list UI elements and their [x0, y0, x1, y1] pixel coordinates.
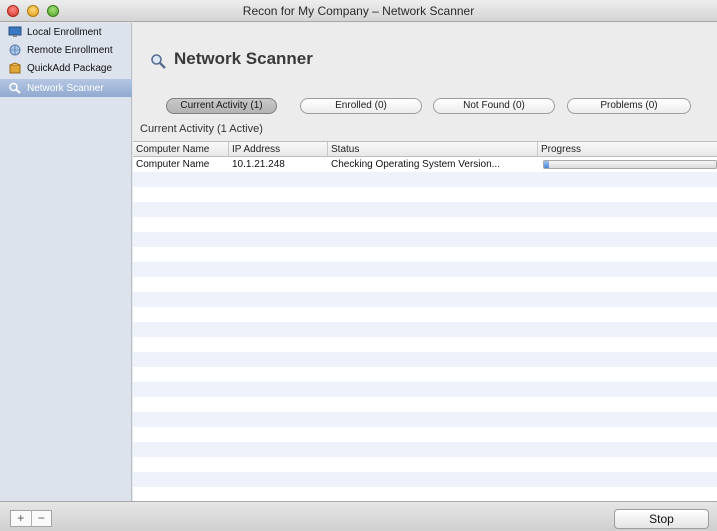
cell-status: Checking Operating System Version... — [331, 159, 500, 170]
search-icon — [8, 82, 22, 94]
tab-problems[interactable]: Problems (0) — [567, 98, 691, 114]
sidebar-item-label: Remote Enrollment — [27, 44, 113, 56]
column-header-status[interactable]: Status — [328, 142, 538, 157]
activity-table: Computer Name IP Address Status Progress… — [133, 141, 717, 501]
sidebar-item-label: QuickAdd Package — [27, 62, 113, 74]
sidebar: Local Enrollment Remote Enrollment Quick… — [0, 23, 132, 501]
tab-enrolled[interactable]: Enrolled (0) — [300, 98, 422, 114]
sidebar-item-label: Local Enrollment — [27, 26, 102, 38]
bottom-toolbar: + − Stop — [0, 501, 717, 531]
sidebar-item-remote-enrollment[interactable]: Remote Enrollment — [0, 41, 132, 59]
add-button[interactable]: + — [11, 511, 31, 526]
title-bar[interactable]: Recon for My Company – Network Scanner — [0, 0, 717, 22]
package-icon — [8, 62, 22, 74]
column-header-computer-name[interactable]: Computer Name — [133, 142, 229, 157]
filter-tabs: Current Activity (1) Enrolled (0) Not Fo… — [133, 98, 717, 116]
remove-button[interactable]: − — [30, 511, 52, 526]
page-title: Network Scanner — [174, 49, 313, 68]
sidebar-item-network-scanner[interactable]: Network Scanner — [0, 79, 132, 97]
sidebar-item-quickadd-package[interactable]: QuickAdd Package — [0, 59, 132, 77]
cell-ip-address: 10.1.21.248 — [232, 159, 285, 170]
search-icon — [150, 53, 166, 69]
sidebar-item-local-enrollment[interactable]: Local Enrollment — [0, 23, 132, 41]
main-panel: Network Scanner Current Activity (1) Enr… — [133, 23, 717, 501]
globe-icon — [8, 44, 22, 56]
progress-bar — [543, 160, 717, 169]
table-body[interactable]: Computer Name 10.1.21.248 Checking Opera… — [133, 157, 717, 501]
window-title: Recon for My Company – Network Scanner — [242, 4, 475, 18]
column-header-ip-address[interactable]: IP Address — [229, 142, 328, 157]
table-row[interactable]: Computer Name 10.1.21.248 Checking Opera… — [133, 157, 717, 172]
progress-fill — [544, 161, 550, 168]
table-header: Computer Name IP Address Status Progress — [133, 142, 717, 157]
section-label: Current Activity (1 Active) — [140, 123, 263, 135]
add-remove-control: + − — [10, 510, 52, 527]
monitor-icon — [8, 26, 22, 38]
tab-not-found[interactable]: Not Found (0) — [433, 98, 555, 114]
app-window: Recon for My Company – Network Scanner L… — [0, 0, 717, 531]
stop-button[interactable]: Stop — [614, 509, 709, 529]
tab-current-activity[interactable]: Current Activity (1) — [166, 98, 277, 114]
cell-computer-name: Computer Name — [136, 159, 210, 170]
column-header-progress[interactable]: Progress — [538, 142, 717, 157]
sidebar-item-label: Network Scanner — [27, 82, 104, 94]
